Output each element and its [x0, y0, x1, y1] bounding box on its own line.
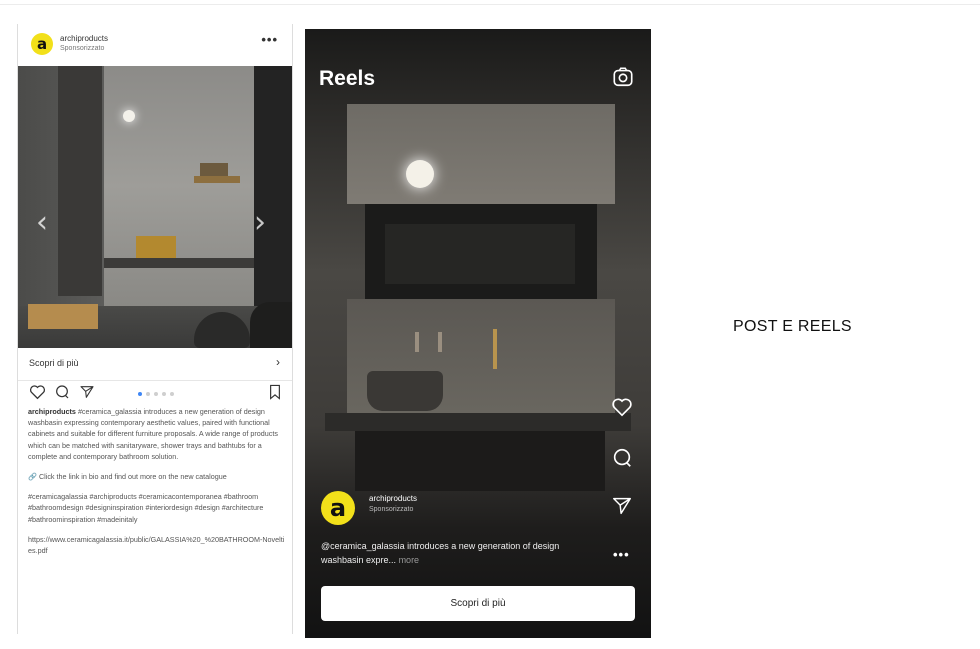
- reel-image-tap: [415, 332, 419, 352]
- heart-icon[interactable]: [29, 384, 46, 400]
- share-icon[interactable]: [79, 384, 95, 400]
- reel-caption[interactable]: @ceramica_galassia introduces a new gene…: [321, 539, 571, 567]
- carousel-dot: [138, 392, 142, 396]
- reel-image-wall: [347, 104, 615, 204]
- learn-more-bar[interactable]: Scopri di più ›: [18, 348, 292, 381]
- post-image[interactable]: ‹ ›: [18, 66, 292, 348]
- learn-more-label: Scopri di più: [29, 358, 79, 368]
- more-options-button[interactable]: •••: [613, 547, 630, 562]
- avatar[interactable]: a: [321, 491, 355, 525]
- avatar[interactable]: a: [31, 33, 53, 55]
- instagram-post: a archiproducts Sponsorizzato ••• ‹ › Sc…: [17, 24, 293, 634]
- reel-image-lamp: [406, 160, 434, 188]
- carousel-dot: [146, 392, 150, 396]
- caption-url[interactable]: https://www.ceramicagalassia.it/public/G…: [28, 534, 286, 556]
- reel-username[interactable]: archiproducts: [369, 494, 417, 503]
- reel-image-basin: [367, 371, 443, 411]
- caption-link-note: 🔗 Click the link in bio and find out mor…: [28, 472, 227, 482]
- carousel-dot: [154, 392, 158, 396]
- image-lamp: [123, 110, 135, 122]
- post-header: a archiproducts Sponsorizzato •••: [18, 24, 292, 66]
- image-cabinet: [28, 304, 98, 329]
- reel-image-tap: [438, 332, 442, 352]
- image-basin: [136, 236, 176, 258]
- learn-more-button[interactable]: Scopri di più: [321, 586, 635, 621]
- carousel-indicator: [138, 392, 174, 396]
- heart-icon[interactable]: [611, 397, 633, 417]
- post-actions: [18, 380, 292, 406]
- more-options-button[interactable]: •••: [261, 32, 278, 47]
- post-username[interactable]: archiproducts: [60, 34, 108, 43]
- carousel-next-icon[interactable]: ›: [254, 208, 266, 238]
- section-label: POST E REELS: [733, 318, 852, 335]
- image-door: [58, 66, 102, 296]
- image-shelf: [194, 176, 240, 183]
- carousel-prev-icon[interactable]: ‹: [36, 208, 48, 238]
- reel-image-cabinet: [355, 431, 605, 491]
- comment-icon[interactable]: [54, 384, 70, 400]
- carousel-dot: [170, 392, 174, 396]
- post-caption: archiproducts #ceramica_galassia introdu…: [28, 406, 286, 565]
- share-icon[interactable]: [611, 495, 633, 517]
- image-bidet: [250, 302, 292, 348]
- caption-username[interactable]: archiproducts: [28, 407, 76, 416]
- reels-title: Reels: [319, 67, 376, 90]
- image-wall: [104, 66, 254, 306]
- reel-caption-text: @ceramica_galassia introduces a new gene…: [321, 541, 560, 565]
- image-shelf-box: [200, 163, 228, 176]
- reel-image-counter: [325, 413, 631, 431]
- reel-sponsored-label: Sponsorizzato: [369, 506, 414, 513]
- post-sponsored-label: Sponsorizzato: [60, 45, 105, 52]
- camera-icon[interactable]: [612, 66, 634, 88]
- caption-hashtags[interactable]: #ceramicagalassia #archiproducts #cerami…: [28, 491, 286, 525]
- carousel-dot: [162, 392, 166, 396]
- instagram-reel[interactable]: Reels a archiproducts Sponsorizzato @cer…: [305, 29, 651, 638]
- bookmark-icon[interactable]: [269, 384, 281, 400]
- image-counter: [104, 258, 254, 268]
- reel-image-towel-bar: [493, 329, 497, 369]
- reel-image-mirror: [365, 204, 597, 299]
- top-divider: [0, 4, 980, 5]
- reel-caption-more[interactable]: more: [399, 555, 420, 565]
- comment-icon[interactable]: [611, 447, 633, 469]
- reel-image-mirror-inner: [385, 224, 575, 284]
- chevron-right-icon: ›: [276, 355, 280, 369]
